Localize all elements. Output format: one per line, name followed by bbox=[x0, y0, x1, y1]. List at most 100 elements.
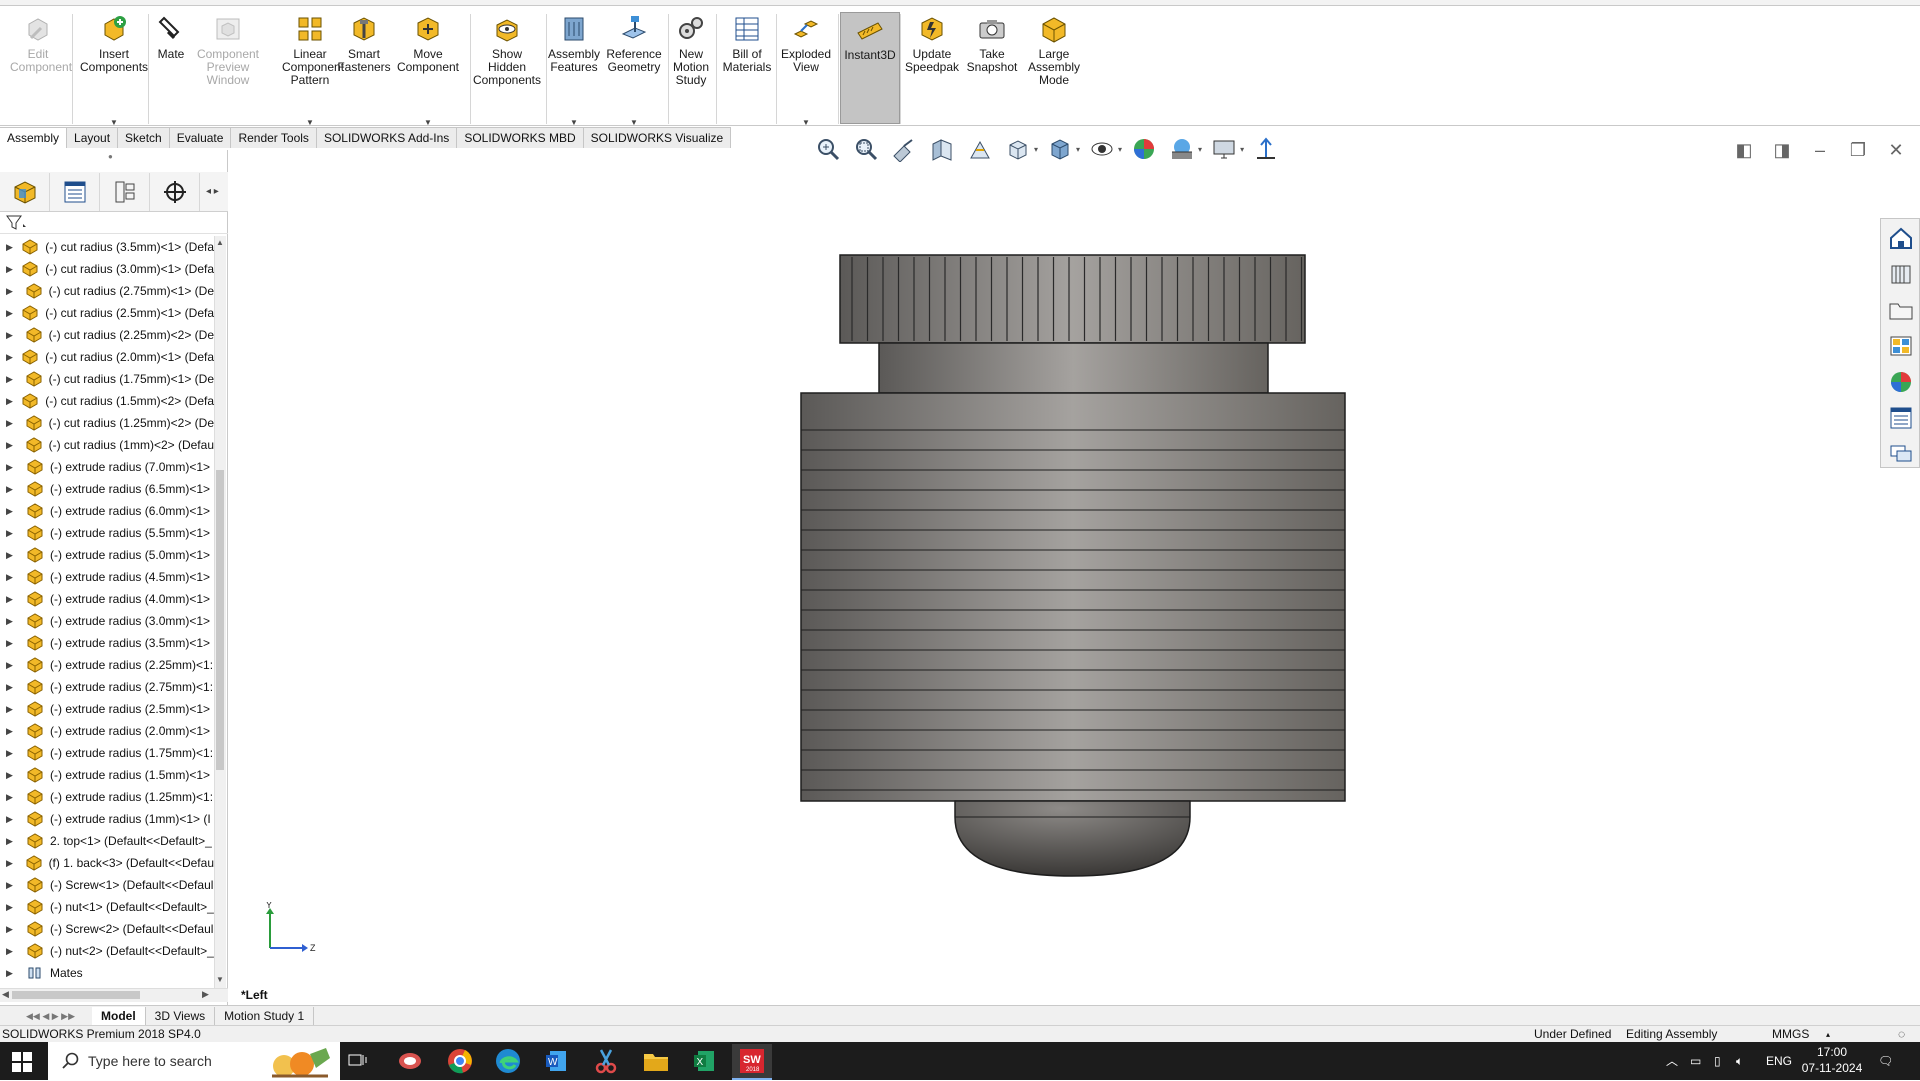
minimize-document-icon[interactable]: ‒ bbox=[1808, 138, 1832, 162]
knurled-cap[interactable] bbox=[839, 254, 1306, 344]
expand-arrow-icon[interactable]: ▶ bbox=[6, 858, 17, 869]
tab-evaluate[interactable]: Evaluate bbox=[169, 127, 232, 148]
hide-show-dropdown-icon[interactable]: ▾ bbox=[1118, 145, 1122, 154]
instant3d-button[interactable]: Instant3D bbox=[840, 12, 900, 124]
tree-item[interactable]: ▶ (-) Screw<2> (Default<<Defaul bbox=[0, 918, 214, 940]
tree-item[interactable]: ▶ (-) extrude radius (7.0mm)<1> bbox=[0, 456, 214, 478]
expand-arrow-icon[interactable]: ▶ bbox=[6, 968, 18, 979]
tree-item[interactable]: ▶ (-) extrude radius (6.5mm)<1> bbox=[0, 478, 214, 500]
tab-motion-study-1[interactable]: Motion Study 1 bbox=[215, 1006, 315, 1025]
tree-item[interactable]: ▶ (f) 1. back<3> (Default<<Defau bbox=[0, 852, 214, 874]
tree-item[interactable]: ▶ (-) extrude radius (5.0mm)<1> bbox=[0, 544, 214, 566]
tab-layout[interactable]: Layout bbox=[67, 127, 119, 148]
file-explorer-icon[interactable] bbox=[1883, 293, 1919, 327]
threaded-body[interactable] bbox=[800, 392, 1346, 802]
expand-arrow-icon[interactable]: ▶ bbox=[6, 572, 18, 583]
tile-right-icon[interactable]: ◨ bbox=[1770, 138, 1794, 162]
expand-arrow-icon[interactable]: ▶ bbox=[6, 528, 18, 539]
expand-arrow-icon[interactable]: ▶ bbox=[6, 308, 13, 319]
section-view-icon[interactable] bbox=[926, 133, 958, 165]
expand-arrow-icon[interactable]: ▶ bbox=[6, 748, 18, 759]
new-motion-study-button[interactable]: New Motion Study bbox=[670, 14, 712, 87]
tree-item[interactable]: ▶ (-) extrude radius (4.5mm)<1> bbox=[0, 566, 214, 588]
chrome-icon[interactable] bbox=[440, 1046, 480, 1076]
tree-item[interactable]: ▶ (-) extrude radius (2.75mm)<1: bbox=[0, 676, 214, 698]
tab-assembly[interactable]: Assembly bbox=[0, 127, 68, 148]
scroll-up-icon[interactable]: ▲ bbox=[216, 238, 224, 247]
expand-arrow-icon[interactable]: ▶ bbox=[6, 682, 18, 693]
tree-item[interactable]: ▶ (-) cut radius (2.25mm)<2> (De bbox=[0, 324, 214, 346]
expand-arrow-icon[interactable]: ▶ bbox=[6, 902, 18, 913]
expand-arrow-icon[interactable]: ▶ bbox=[6, 550, 18, 561]
expand-arrow-icon[interactable]: ▶ bbox=[6, 396, 13, 407]
dynamic-annotation-views-icon[interactable] bbox=[964, 133, 996, 165]
view-palette-icon[interactable] bbox=[1883, 329, 1919, 363]
exploded-view-dropdown-icon[interactable]: ▼ bbox=[778, 116, 834, 129]
apply-scene-dropdown-icon[interactable]: ▾ bbox=[1198, 145, 1202, 154]
bill-of-materials-button[interactable]: Bill of Materials bbox=[722, 14, 772, 74]
expand-arrow-icon[interactable]: ▶ bbox=[6, 374, 17, 385]
edit-appearance-icon[interactable] bbox=[1128, 133, 1160, 165]
windows-start-icon[interactable] bbox=[12, 1052, 32, 1075]
view-settings-icon[interactable] bbox=[1208, 133, 1240, 165]
neck-cylinder[interactable] bbox=[878, 342, 1269, 394]
update-speedpak-button[interactable]: Update Speedpak bbox=[904, 14, 960, 74]
tray-overflow-icon[interactable]: ︿ bbox=[1666, 1042, 1678, 1080]
edit-component-button[interactable]: Edit Component bbox=[10, 14, 72, 74]
previous-view-icon[interactable] bbox=[888, 133, 920, 165]
expand-arrow-icon[interactable]: ▶ bbox=[6, 792, 18, 803]
file-explorer-taskbar-icon[interactable] bbox=[636, 1046, 676, 1076]
solidworks-2018-taskbar-icon[interactable]: SW 2018 bbox=[732, 1044, 772, 1080]
dome-base[interactable] bbox=[954, 800, 1191, 877]
property-manager-tab-icon[interactable] bbox=[50, 172, 100, 211]
zoom-to-area-icon[interactable] bbox=[850, 133, 882, 165]
tree-item[interactable]: ▶ (-) extrude radius (2.0mm)<1> bbox=[0, 720, 214, 742]
solidworks-resources-icon[interactable] bbox=[1883, 221, 1919, 255]
tree-item[interactable]: ▶ 2. top<1> (Default<<Default>_ bbox=[0, 830, 214, 852]
show-hidden-components-button[interactable]: Show Hidden Components bbox=[472, 14, 542, 87]
filter-icon[interactable] bbox=[6, 215, 28, 231]
tree-vertical-scroll-thumb[interactable] bbox=[216, 470, 224, 770]
tree-item[interactable]: ▶ (-) extrude radius (2.5mm)<1> bbox=[0, 698, 214, 720]
tree-item[interactable]: ▶ (-) cut radius (1.5mm)<2> (Defa bbox=[0, 390, 214, 412]
tree-item[interactable]: ▶ (-) cut radius (3.5mm)<1> (Defa bbox=[0, 236, 214, 258]
tab-model[interactable]: Model bbox=[92, 1006, 146, 1025]
assembly-features-button[interactable]: Assembly Features ▼ bbox=[548, 14, 600, 127]
tab-solidworks-visualize[interactable]: SOLIDWORKS Visualize bbox=[583, 127, 732, 148]
word-icon[interactable]: W bbox=[536, 1046, 576, 1076]
tab-solidworks-mbd[interactable]: SOLIDWORKS MBD bbox=[457, 127, 584, 148]
smart-fasteners-button[interactable]: Smart Fasteners bbox=[337, 14, 391, 74]
configuration-manager-tab-icon[interactable] bbox=[100, 172, 150, 211]
expand-arrow-icon[interactable]: ▶ bbox=[6, 638, 18, 649]
tree-item[interactable]: ▶ (-) Screw<1> (Default<<Defaul bbox=[0, 874, 214, 896]
feature-manager-tab-icon[interactable] bbox=[0, 172, 50, 211]
expand-arrow-icon[interactable]: ▶ bbox=[6, 330, 17, 341]
tree-item[interactable]: ▶ (-) extrude radius (1.75mm)<1: bbox=[0, 742, 214, 764]
mate-button[interactable]: Mate bbox=[156, 14, 186, 61]
expand-arrow-icon[interactable]: ▶ bbox=[6, 946, 18, 957]
expand-arrow-icon[interactable]: ▶ bbox=[6, 286, 17, 297]
language-indicator[interactable]: ENG bbox=[1766, 1042, 1792, 1080]
zoom-to-fit-icon[interactable] bbox=[812, 133, 844, 165]
close-document-icon[interactable]: ✕ bbox=[1884, 138, 1908, 162]
custom-properties-icon[interactable] bbox=[1883, 401, 1919, 435]
tree-item[interactable]: ▶ (-) cut radius (2.5mm)<1> (Defa bbox=[0, 302, 214, 324]
solidworks-forum-icon[interactable] bbox=[1883, 437, 1919, 471]
hide-show-items-icon[interactable] bbox=[1086, 133, 1118, 165]
scroll-left-icon[interactable]: ◀ bbox=[2, 989, 9, 1000]
tree-item[interactable]: ▶ (-) cut radius (2.75mm)<1> (De bbox=[0, 280, 214, 302]
notifications-icon[interactable]: 🗨︎ bbox=[1878, 1042, 1893, 1080]
unit-system-dropdown-icon[interactable]: ▴ bbox=[1826, 1026, 1830, 1043]
expand-arrow-icon[interactable]: ▶ bbox=[6, 418, 17, 429]
tree-item[interactable]: ▶ (-) extrude radius (3.5mm)<1> bbox=[0, 632, 214, 654]
tree-item[interactable]: ▶ (-) cut radius (1mm)<2> (Defau bbox=[0, 434, 214, 456]
tree-item[interactable]: ▶ (-) extrude radius (4.0mm)<1> bbox=[0, 588, 214, 610]
apply-scene-icon[interactable] bbox=[1166, 133, 1198, 165]
expand-arrow-icon[interactable]: ▶ bbox=[6, 462, 18, 473]
tree-item[interactable]: ▶ (-) nut<2> (Default<<Default>_ bbox=[0, 940, 214, 962]
view-orientation-icon[interactable] bbox=[1002, 133, 1034, 165]
normal-to-icon[interactable] bbox=[1250, 133, 1282, 165]
expand-arrow-icon[interactable]: ▶ bbox=[6, 726, 18, 737]
dimxpert-manager-tab-icon[interactable] bbox=[150, 172, 200, 211]
tree-item[interactable]: ▶ (-) nut<1> (Default<<Default>_ bbox=[0, 896, 214, 918]
